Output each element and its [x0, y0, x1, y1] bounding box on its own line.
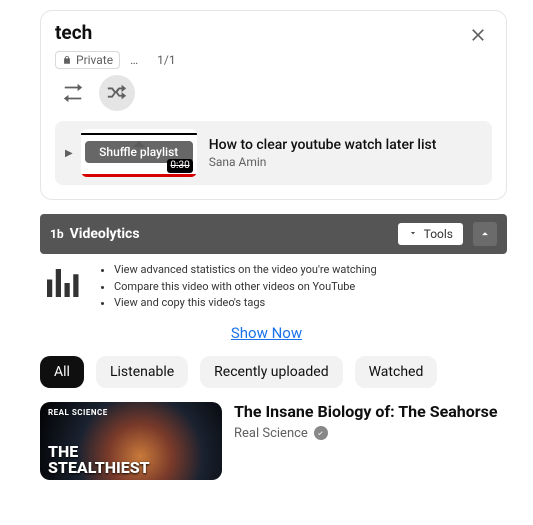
playlist-card: tech Private … 1/1 ▶ Shuffle playlist 0:… [40, 10, 507, 200]
feature-item: View advanced statistics on the video yo… [114, 262, 377, 279]
videolytics-brand-text: Videolytics [70, 226, 140, 242]
playlist-meta-ellipsis: … [130, 53, 139, 67]
caret-down-icon [408, 227, 418, 241]
collapse-button[interactable] [473, 222, 497, 246]
now-playing-indicator-icon: ▶ [65, 148, 73, 159]
chip-watched[interactable]: Watched [355, 356, 438, 388]
playlist-item-author: Sana Amin [209, 155, 482, 169]
verified-badge-icon [314, 426, 328, 440]
tools-button[interactable]: Tools [398, 223, 463, 245]
videolytics-brand: 1b Videolytics [50, 226, 140, 242]
loop-button[interactable] [55, 75, 91, 111]
privacy-label: Private [76, 53, 113, 67]
filter-chips: All Listenable Recently uploaded Watched [40, 356, 507, 388]
playlist-item-texts: How to clear youtube watch later list Sa… [209, 137, 482, 169]
thumbnail-channel-tag: REAL SCIENCE [48, 408, 108, 417]
videolytics-body: View advanced statistics on the video yo… [40, 262, 507, 312]
video-title: The Insane Biology of: The Seahorse [234, 402, 507, 422]
thumbnail-overlay-text: THE STEALTHIEST [48, 444, 150, 476]
playlist-controls [55, 75, 492, 111]
feature-item: Compare this video with other videos on … [114, 279, 377, 296]
video-channel-name[interactable]: Real Science [234, 426, 308, 441]
video-channel-row: Real Science [234, 426, 507, 441]
chip-all[interactable]: All [40, 356, 84, 388]
bar-chart-icon [40, 262, 82, 308]
chip-recently-uploaded[interactable]: Recently uploaded [200, 356, 342, 388]
videolytics-logo-icon: 1b [50, 227, 64, 241]
playlist-header: tech [55, 21, 492, 49]
tools-label: Tools [424, 227, 453, 241]
thumbnail-overlay-line: STEALTHIEST [48, 460, 150, 476]
feature-item: View and copy this video's tags [114, 295, 377, 312]
chip-listenable[interactable]: Listenable [96, 356, 188, 388]
close-icon[interactable] [464, 21, 492, 49]
playlist-item-title: How to clear youtube watch later list [209, 137, 482, 153]
playlist-title: tech [55, 21, 92, 44]
playlist-index: 1/1 [157, 53, 175, 67]
privacy-chip[interactable]: Private [55, 51, 120, 69]
playlist-item[interactable]: ▶ Shuffle playlist 0:30 How to clear you… [55, 121, 492, 185]
chevron-up-icon [478, 227, 492, 241]
playlist-item-thumbnail: Shuffle playlist 0:30 [81, 129, 197, 177]
playlist-meta: Private … 1/1 [55, 51, 492, 69]
videolytics-bar: 1b Videolytics Tools [40, 214, 507, 254]
lock-icon [62, 55, 72, 65]
video-texts: The Insane Biology of: The Seahorse Real… [234, 402, 507, 480]
video-duration: 0:30 [167, 159, 192, 173]
shuffle-button[interactable] [99, 75, 135, 111]
video-thumbnail: REAL SCIENCE THE STEALTHIEST [40, 402, 222, 480]
video-list-item[interactable]: REAL SCIENCE THE STEALTHIEST The Insane … [40, 402, 507, 480]
show-now-link[interactable]: Show Now [0, 324, 533, 342]
videolytics-feature-list: View advanced statistics on the video yo… [96, 262, 377, 312]
